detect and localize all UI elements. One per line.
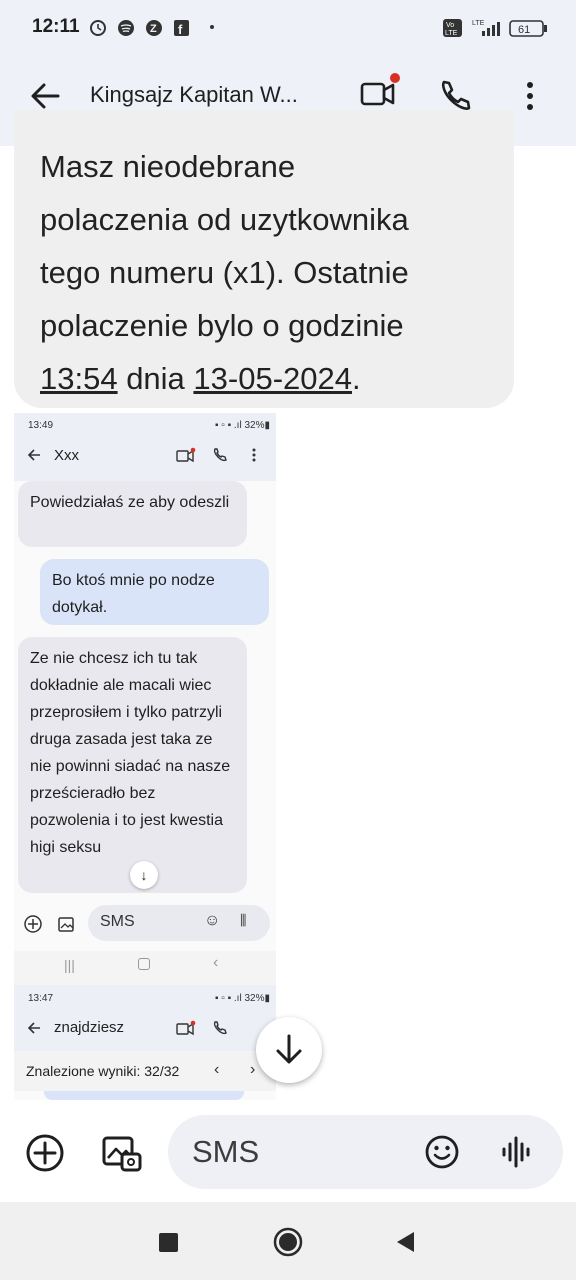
screenshot-title: Xxx	[54, 447, 80, 464]
more-notifications-dot	[210, 25, 214, 29]
screenshot-title: znajdziesz	[54, 1019, 125, 1036]
svg-text:Z: Z	[150, 23, 157, 35]
app-z-icon: Z	[146, 20, 162, 36]
message-line: polaczenia od uzytkownika	[40, 202, 409, 237]
screenshot-more-icon	[252, 448, 256, 462]
scroll-to-bottom-button[interactable]	[256, 1017, 322, 1083]
screenshot-prev-result-icon: ‹	[214, 1061, 220, 1078]
screenshot-status-icons: ▪ ▫ ▪ .ıl 32%▮	[214, 420, 270, 431]
message-end: .	[352, 361, 361, 396]
alarm-icon	[90, 20, 106, 36]
more-options-icon[interactable]	[522, 80, 538, 112]
screenshot-back-icon	[27, 1022, 40, 1034]
status-time: 12:11	[32, 16, 80, 37]
screenshot-incoming-bubble: Powiedziałaś ze aby odeszli	[18, 481, 247, 547]
battery-level: 61	[518, 24, 530, 36]
back-nav-icon[interactable]	[394, 1230, 416, 1254]
screenshot-gallery-icon	[58, 917, 74, 932]
message-input-placeholder: SMS	[192, 1134, 260, 1169]
screenshot-results-count: Znalezione wyniki: 32/32	[26, 1063, 180, 1079]
spotify-icon	[118, 20, 134, 36]
svg-text:LTE: LTE	[445, 30, 458, 37]
add-attachment-icon[interactable]	[24, 1132, 66, 1174]
status-icons: Z f	[90, 20, 189, 37]
image-attachment-1[interactable]: 13:49 ▪ ▫ ▪ .ıl 32%▮ Xxx Powiedziałaś ze…	[14, 413, 276, 985]
incoming-message-text: Masz nieodebrane polaczenia od uzytkowni…	[40, 140, 500, 405]
conversation-title[interactable]: Kingsajz Kapitan W...	[90, 82, 298, 108]
time-link[interactable]: 13:54	[40, 361, 118, 396]
notification-dot	[390, 73, 400, 83]
phone-call-icon[interactable]	[438, 78, 472, 114]
screenshot-time: 13:49	[28, 420, 54, 431]
screenshot-next-result-icon: ›	[250, 1061, 256, 1078]
gallery-icon[interactable]	[100, 1130, 144, 1174]
home-icon[interactable]	[272, 1226, 304, 1258]
screenshot-video-icon	[176, 1020, 196, 1036]
screenshot-recents-icon: |||	[64, 957, 75, 973]
recents-icon[interactable]	[159, 1233, 178, 1252]
image-attachment-2[interactable]: 13:47 ▪ ▫ ▪ .ıl 32%▮ znajdziesz Znalezio…	[14, 985, 276, 1100]
arrow-down-icon	[276, 1034, 302, 1064]
svg-text:f: f	[178, 22, 183, 37]
volte-icon: Vo LTE	[443, 19, 462, 37]
screenshot-time: 13:47	[28, 993, 54, 1004]
voice-message-icon[interactable]	[500, 1134, 534, 1170]
battery-icon: 61	[509, 20, 547, 37]
message-line: tego numeru (x1). Ostatnie	[40, 255, 409, 290]
screenshot-back-nav-icon: ‹	[213, 954, 219, 971]
svg-text:Vo: Vo	[446, 22, 454, 29]
message-mid: dnia	[117, 361, 194, 396]
facebook-icon: f	[174, 20, 189, 37]
video-call-icon[interactable]	[358, 70, 402, 110]
status-right-icons: Vo LTE LTE 61	[443, 19, 547, 37]
signal-icon: LTE	[472, 20, 500, 36]
screenshot-back-icon	[27, 449, 40, 461]
screenshot-bubble-edge	[44, 1091, 244, 1100]
screenshot-emoji-icon: ☺	[204, 912, 221, 929]
screenshot-status-icons: ▪ ▫ ▪ .ıl 32%▮	[214, 993, 270, 1004]
back-arrow-icon[interactable]	[28, 80, 62, 112]
message-line: Masz nieodebrane	[40, 149, 296, 184]
screenshot-phone-icon	[213, 448, 227, 462]
screenshot-phone-icon	[213, 1021, 227, 1035]
emoji-icon[interactable]	[424, 1134, 460, 1170]
message-line: polaczenie bylo o godzinie	[40, 308, 404, 343]
network-label: LTE	[472, 20, 485, 27]
screenshot-home-icon	[138, 958, 150, 970]
screenshot-scroll-down-icon: ↓	[130, 861, 158, 889]
screenshot-outgoing-bubble: Bo ktoś mnie po nodze dotykał.	[40, 559, 269, 625]
screenshot-add-icon	[24, 915, 42, 933]
screenshot-voice-icon: ⫼	[240, 912, 247, 928]
screenshot-sms-placeholder: SMS	[100, 913, 135, 930]
screenshot-incoming-bubble: Ze nie chcesz ich tu tak dokładnie ale m…	[18, 637, 247, 893]
date-link[interactable]: 13-05-2024	[193, 361, 352, 396]
screenshot-video-icon	[176, 447, 196, 463]
